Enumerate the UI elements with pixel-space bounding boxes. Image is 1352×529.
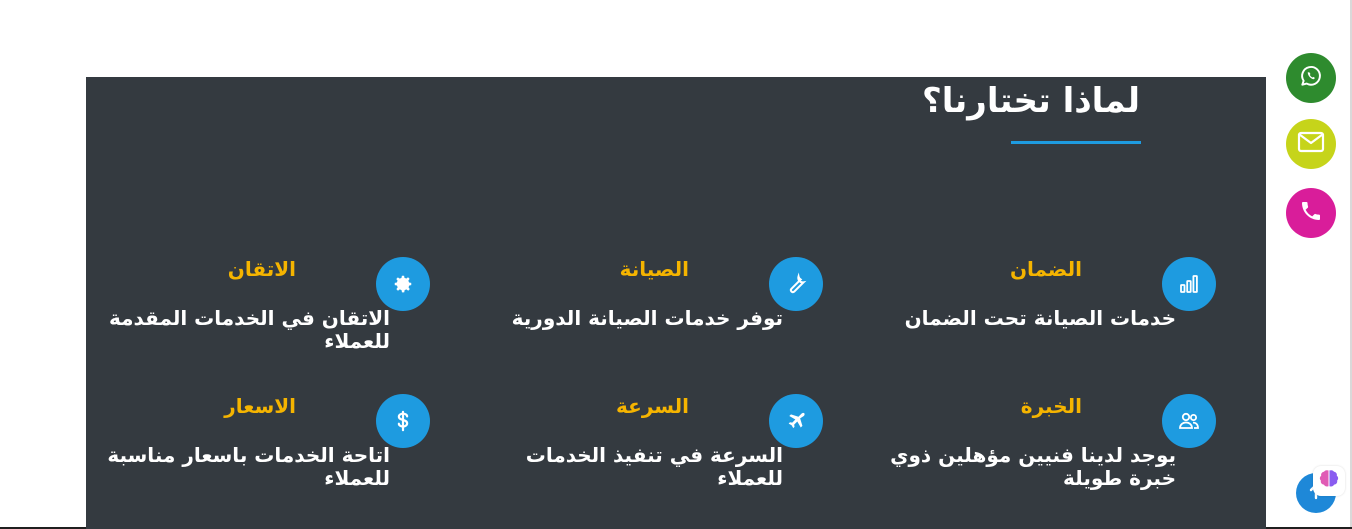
feature-description: السرعة في تنفيذ الخدمات للعملاء (525, 443, 783, 490)
why-choose-us-section: لماذا تختارنا؟ الضمان خدمات الصيانة تحت … (86, 77, 1266, 529)
plane-icon (769, 394, 823, 448)
whatsapp-button[interactable] (1286, 53, 1336, 103)
title-underline (1011, 141, 1141, 144)
email-button[interactable] (1286, 119, 1336, 169)
wrench-icon (769, 257, 823, 311)
feature-title: الصيانة (619, 257, 689, 281)
feature-description: توفر خدمات الصيانة الدورية (511, 306, 783, 330)
feature-title: الضمان (1009, 257, 1082, 281)
feature-title: الاتقان (227, 257, 296, 281)
whatsapp-icon (1298, 63, 1324, 93)
brain-icon (1318, 469, 1340, 493)
users-icon (1162, 394, 1216, 448)
phone-icon (1299, 199, 1323, 227)
email-icon (1297, 131, 1325, 157)
feature-title: السرعة (616, 394, 689, 418)
feature-description: يوجد لدينا فنيين مؤهلين ذوي خبرة طويلة (890, 443, 1176, 490)
feature-description: اتاحة الخدمات باسعار مناسبة للعملاء (107, 443, 390, 490)
dollar-icon (376, 394, 430, 448)
feature-description: خدمات الصيانة تحت الضمان (904, 306, 1176, 330)
feature-description: الاتقان في الخدمات المقدمة للعملاء (108, 306, 390, 353)
chart-icon (1162, 257, 1216, 311)
phone-button[interactable] (1286, 188, 1336, 238)
section-title: لماذا تختارنا؟ (921, 81, 1140, 121)
gear-icon (376, 257, 430, 311)
feature-title: الاسعار (224, 394, 296, 418)
assistant-badge[interactable] (1313, 466, 1345, 496)
feature-title: الخبرة (1020, 394, 1082, 418)
